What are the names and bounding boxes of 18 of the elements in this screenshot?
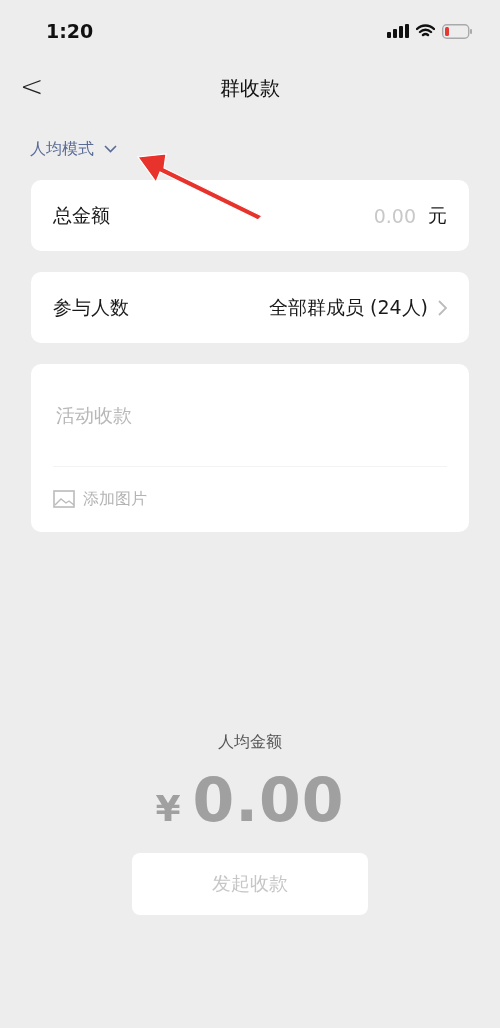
signal-icon	[387, 24, 409, 38]
mode-selector[interactable]: 人均模式	[30, 136, 117, 162]
unit-label: 元	[428, 202, 447, 228]
total-amount-label: 总金额	[53, 202, 110, 228]
participants-label: 参与人数	[53, 294, 129, 320]
participants-value: 全部群成员 (24人)	[268, 294, 428, 320]
image-icon	[53, 490, 75, 508]
wifi-icon	[416, 24, 435, 38]
currency-symbol: ¥	[155, 788, 181, 829]
status-time: 1:20	[46, 20, 94, 42]
page-title: 群收款	[220, 74, 280, 102]
chevron-right-icon	[438, 299, 447, 316]
per-person-amount: 0.00	[192, 765, 345, 835]
per-person-label: 人均金额	[218, 732, 282, 753]
chevron-down-icon	[104, 145, 117, 153]
back-button[interactable]: <	[14, 70, 50, 104]
battery-icon	[442, 23, 472, 39]
participants-row[interactable]: 参与人数 全部群成员 (24人)	[31, 272, 469, 343]
